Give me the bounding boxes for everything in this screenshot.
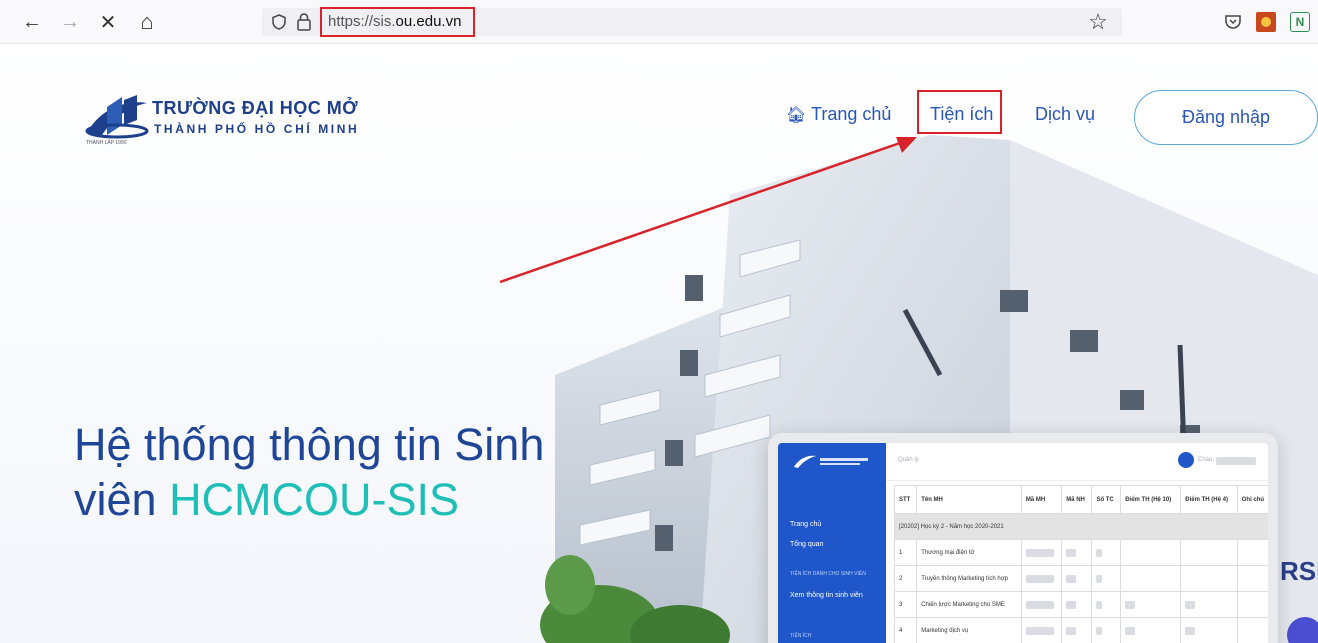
nav-home-label: Trang chủ [811,104,892,124]
cell-empty [1180,565,1238,592]
preview-sidebar-item: Tổng quan [790,541,824,548]
cell-stt: 1 [893,539,918,566]
cell-blur [1091,539,1122,566]
cell-blur [1061,539,1093,566]
browser-toolbar: ← → ✕ ⌂ https://sis.ou.edu.vn ☆ N [0,0,1318,44]
hero-title-line2: viên HCMCOU-SIS [74,472,714,527]
extension-icon[interactable] [1256,12,1276,32]
extension-n-icon[interactable]: N [1290,12,1310,32]
cell-blur [1020,539,1063,566]
url-annotation-box [320,7,475,37]
forward-icon[interactable]: → [58,10,82,34]
back-icon[interactable]: ← [20,10,44,34]
page: RSI TRƯỜNG ĐẠI HỌC MỞ THÀNH PHỐ HỒ CHÍ M… [0,45,1318,643]
stop-icon[interactable]: ✕ [96,10,120,34]
table-row: 3 Chiến lược Marketing cho SME [893,591,1268,618]
pocket-icon[interactable] [1224,13,1242,31]
cell-stt: 2 [893,565,918,592]
cell-blur [1180,617,1238,643]
lock-icon[interactable] [296,12,312,32]
cell-empty [1180,539,1238,566]
cell-empty [1236,617,1268,643]
table-row: 2 Truyền thông Marketing tích hợp [893,565,1268,592]
hero-title-line1: Hệ thống thông tin Sinh [74,419,545,470]
preview-sidebar: Trang chủ Tổng quan TIỆN ÍCH DÀNH CHO SI… [778,443,886,643]
nav-dich-vu-link[interactable]: Dịch vụ [1035,104,1095,125]
column-header: Mã NH [1061,485,1093,514]
cell-blur [1180,591,1238,618]
cell-stt: 4 [893,617,918,643]
hero-title-prefix: viên [74,474,170,525]
cell-blur [1061,591,1093,618]
preview-grades-table: STT Tên MH Mã MH Mã NH Số TC Điểm TH (Hệ… [893,485,1268,643]
preview-user-name-blur [1216,457,1256,465]
cell-empty [1120,539,1182,566]
cell-empty [1120,565,1182,592]
tien-ich-annotation-box [917,90,1002,134]
column-header: STT [893,485,918,514]
preview-sidebar-section: TIỆN ÍCH DÀNH CHO SINH VIÊN [790,571,866,577]
table-group-row: [20202] Học kỳ 2 - Năm học 2020-2021 [894,513,1268,540]
bookmark-star-icon[interactable]: ☆ [1086,9,1110,34]
cell-blur [1091,565,1122,592]
cell-empty [1236,565,1268,592]
logo-subtitle: THÀNH PHỐ HỒ CHÍ MINH [154,122,360,136]
nav-home-link[interactable]: 🏠︎ Trang chủ [786,104,891,125]
home-icon[interactable]: ⌂ [135,9,159,34]
home-icon: 🏠︎ [786,107,807,124]
preview-user-label: Chào, [1198,457,1215,463]
preview-header: Quản lý Chào, [886,443,1268,481]
extension-dot [1261,17,1271,27]
logo-title: TRƯỜNG ĐẠI HỌC MỞ [152,98,359,118]
cell-name: Thương mại điện tử [916,539,1022,566]
login-button[interactable]: Đăng nhập [1134,90,1318,145]
dashboard-preview: Trang chủ Tổng quan TIỆN ÍCH DÀNH CHO SI… [768,433,1278,643]
column-header: Điểm TH (Hệ 4) [1180,485,1238,514]
cell-blur [1091,617,1122,643]
cell-blur [1061,565,1093,592]
cell-blur [1120,591,1182,618]
shield-icon[interactable] [270,13,288,31]
cell-empty [1236,539,1268,566]
column-header: Điểm TH (Hệ 10) [1120,485,1182,514]
column-header: Ghi chú [1236,485,1268,514]
cell-blur [1020,617,1063,643]
cell-empty [1236,591,1268,618]
cell-name: Marketing dịch vụ [916,617,1022,643]
cell-blur [1020,591,1063,618]
svg-text:RSI: RSI [1280,556,1318,586]
cell-blur [1061,617,1093,643]
preview-sidebar-section: TIỆN ÍCH [790,633,812,639]
column-header: Tên MH [916,485,1022,514]
preview-sidebar-item: Trang chủ [790,521,822,528]
cell-blur [1020,565,1063,592]
table-row: 4 Marketing dịch vụ [893,617,1268,643]
cell-name: Chiến lược Marketing cho SME [916,591,1022,618]
preview-avatar [1178,452,1194,468]
hero-title: Hệ thống thông tin Sinh viên HCMCOU-SIS [74,417,714,527]
cell-blur [1091,591,1122,618]
preview-header-label: Quản lý [898,457,919,463]
cell-blur [1120,617,1182,643]
logo-founded: THÀNH LẬP 1990 [86,140,127,146]
column-header: Số TC [1091,485,1122,514]
preview-sidebar-item: Xem thông tin sinh viên [790,592,863,599]
cell-stt: 3 [893,591,918,618]
preview-logo-icon [794,455,868,468]
hero-title-accent: HCMCOU-SIS [169,474,460,525]
university-logo-icon [85,95,149,139]
cell-name: Truyền thông Marketing tích hợp [916,565,1022,592]
column-header: Mã MH [1020,485,1063,514]
table-row: 1 Thương mại điện tử [893,539,1268,566]
